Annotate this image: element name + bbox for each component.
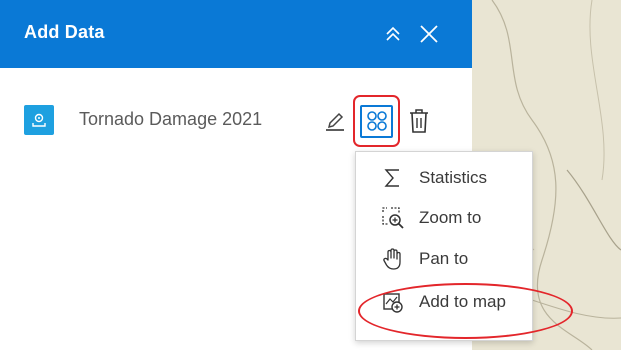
delete-button[interactable] bbox=[406, 107, 432, 135]
menu-item-label: Statistics bbox=[419, 168, 488, 187]
menu-item-label: Zoom to bbox=[419, 208, 482, 227]
menu-item-statistics[interactable]: Statistics bbox=[356, 158, 534, 198]
menu-item-label: Add to map bbox=[419, 292, 506, 311]
menu-item-pan-to[interactable]: Pan to bbox=[356, 239, 534, 279]
menu-item-label: Pan to bbox=[419, 249, 469, 268]
layer-actions-button[interactable] bbox=[353, 95, 400, 147]
layer-item: Tornado Damage 2021 bbox=[24, 95, 454, 147]
add-to-map-icon bbox=[381, 290, 405, 314]
edit-button[interactable] bbox=[322, 108, 348, 134]
hand-icon bbox=[381, 247, 405, 271]
layer-actions-menu: Statistics Zoom to Pan to Add to map bbox=[355, 151, 533, 341]
actions-grid-icon bbox=[360, 104, 393, 138]
close-icon bbox=[420, 25, 438, 43]
close-button[interactable] bbox=[417, 22, 441, 46]
double-chevron-up-icon bbox=[386, 26, 400, 41]
panel-title: Add Data bbox=[24, 22, 105, 42]
layer-name: Tornado Damage 2021 bbox=[79, 109, 263, 129]
menu-item-zoom-to[interactable]: Zoom to bbox=[356, 198, 534, 238]
zoom-to-icon bbox=[381, 206, 405, 230]
collapse-button[interactable] bbox=[381, 22, 405, 46]
sigma-icon bbox=[381, 166, 405, 190]
pencil-icon bbox=[326, 112, 344, 131]
menu-item-add-to-map[interactable]: Add to map bbox=[356, 282, 534, 322]
trash-icon bbox=[410, 109, 428, 133]
panel-header: Add Data bbox=[0, 0, 472, 68]
feature-layer-icon bbox=[24, 105, 54, 135]
